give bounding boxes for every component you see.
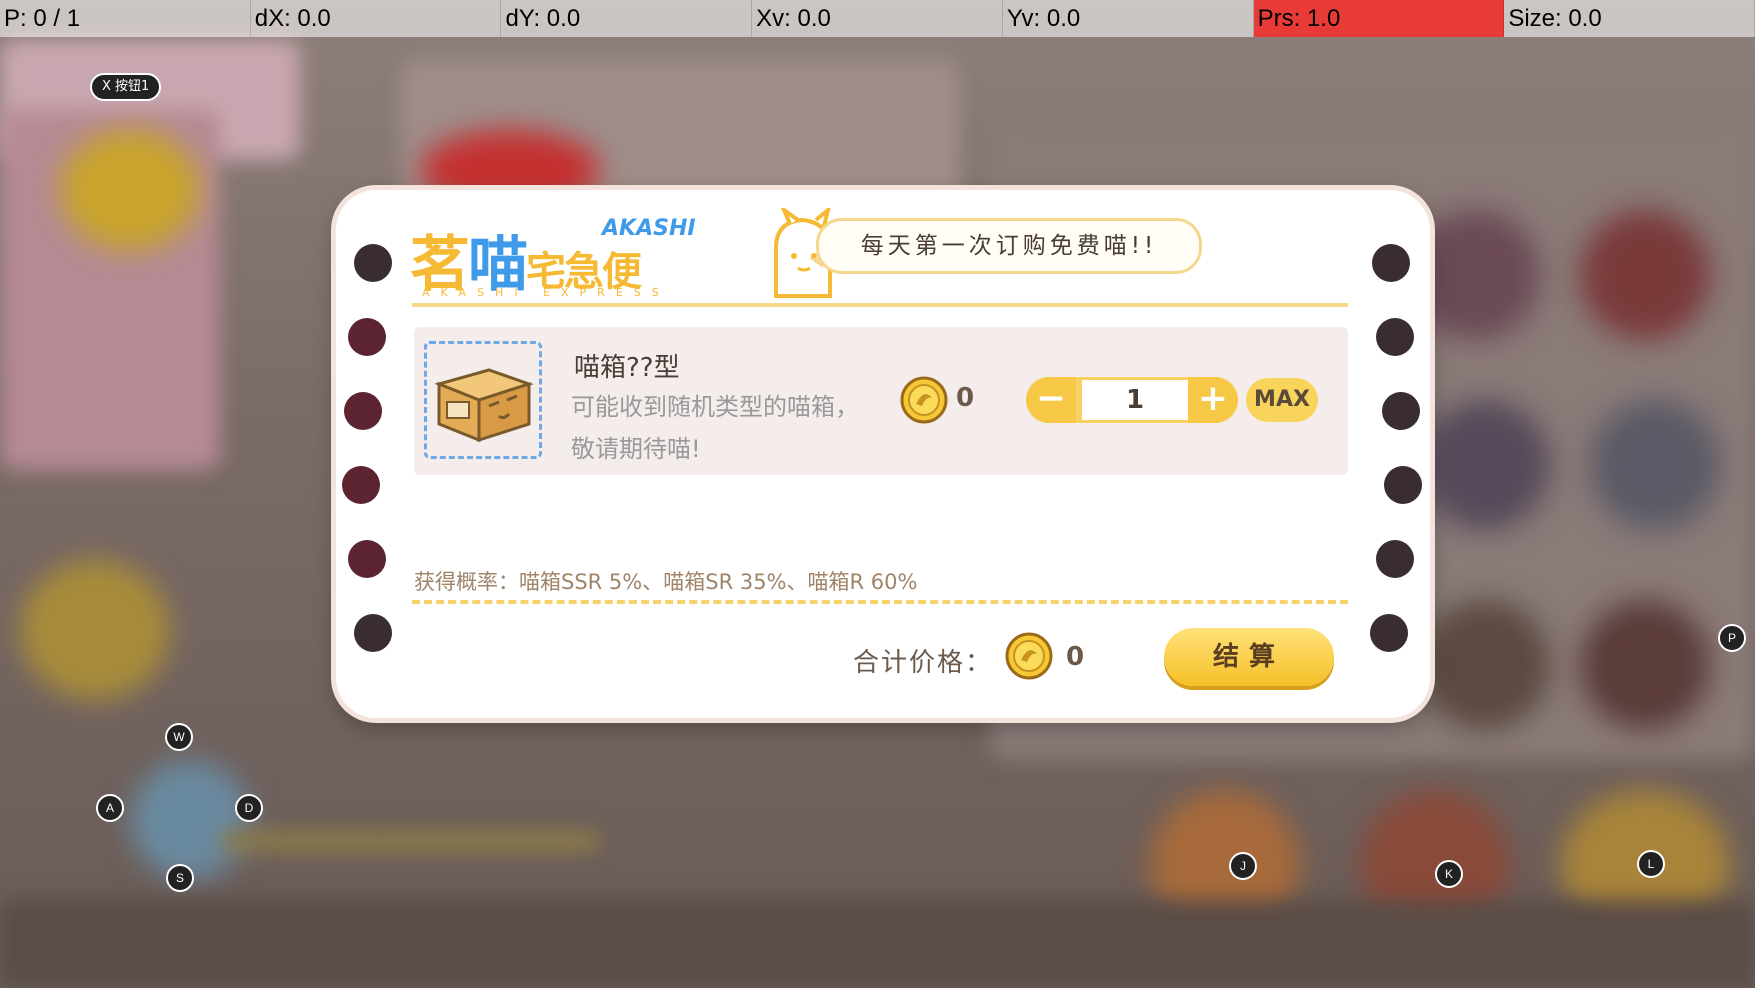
ticket-hole bbox=[342, 466, 380, 504]
decrease-quantity-button[interactable]: − bbox=[1026, 377, 1076, 423]
debug-bar: P: 0 / 1 dX: 0.0 dY: 0.0 Xv: 0.0 Yv: 0.0… bbox=[0, 0, 1755, 37]
item-name: 喵箱??型 bbox=[574, 353, 680, 383]
increase-quantity-button[interactable]: + bbox=[1188, 377, 1238, 423]
cardboard-box-icon bbox=[434, 368, 534, 443]
key-d-marker[interactable]: D bbox=[235, 794, 263, 822]
ticket-hole bbox=[1376, 540, 1414, 578]
quantity-stepper: − 1 + bbox=[1026, 377, 1238, 423]
key-l-marker[interactable]: L bbox=[1637, 850, 1665, 878]
debug-xv: Xv: 0.0 bbox=[752, 0, 1003, 37]
daily-free-notice: 每天第一次订购免费喵!! bbox=[816, 218, 1202, 274]
ticket-hole bbox=[344, 392, 382, 430]
key-a-marker[interactable]: A bbox=[96, 794, 124, 822]
ticket-hole bbox=[348, 318, 386, 356]
debug-dy: dY: 0.0 bbox=[501, 0, 753, 37]
ticket-hole bbox=[1376, 318, 1414, 356]
logo-subtitle: AKASHI EXPRESS bbox=[422, 286, 670, 299]
total-price-value: 0 bbox=[1066, 642, 1085, 672]
ticket-hole bbox=[1382, 392, 1420, 430]
ticket-hole bbox=[354, 244, 392, 282]
x-button-marker[interactable]: X 按钮1 bbox=[90, 73, 162, 101]
item-price: 0 bbox=[956, 383, 975, 413]
order-dialog: 茗喵宅急便 AKASHI AKASHI EXPRESS 每天第一次订购免费喵!! bbox=[336, 190, 1430, 718]
ticket-hole bbox=[1372, 244, 1410, 282]
total-price-label: 合计价格： bbox=[853, 648, 994, 678]
coin-icon bbox=[1005, 632, 1053, 680]
checkout-button[interactable]: 结算 bbox=[1164, 628, 1334, 686]
ticket-hole bbox=[354, 614, 392, 652]
quantity-value[interactable]: 1 bbox=[1082, 380, 1188, 420]
coin-icon bbox=[900, 376, 948, 424]
debug-dx: dX: 0.0 bbox=[251, 0, 502, 37]
ticket-hole bbox=[1384, 466, 1422, 504]
item-row: 喵箱??型 可能收到随机类型的喵箱， 敬请期待喵! 0 − 1 + MAX bbox=[414, 327, 1348, 475]
logo-akashi-text: AKASHI bbox=[602, 216, 696, 241]
drop-probability-text: 获得概率：喵箱SSR 5%、喵箱SR 35%、喵箱R 60% bbox=[414, 570, 918, 594]
max-quantity-button[interactable]: MAX bbox=[1246, 378, 1318, 422]
item-thumbnail bbox=[424, 341, 542, 459]
item-description-line1: 可能收到随机类型的喵箱， bbox=[571, 393, 859, 421]
debug-yv: Yv: 0.0 bbox=[1003, 0, 1254, 37]
debug-pointer: P: 0 / 1 bbox=[0, 0, 251, 37]
item-description-line2: 敬请期待喵! bbox=[571, 435, 701, 463]
ticket-hole bbox=[348, 540, 386, 578]
key-s-marker[interactable]: S bbox=[166, 864, 194, 892]
akashi-express-logo: 茗喵宅急便 AKASHI AKASHI EXPRESS bbox=[410, 198, 832, 300]
dashed-divider bbox=[412, 600, 1348, 604]
key-p-marker[interactable]: P bbox=[1718, 624, 1746, 652]
key-w-marker[interactable]: W bbox=[165, 723, 193, 751]
debug-pressure: Prs: 1.0 bbox=[1253, 0, 1505, 37]
key-j-marker[interactable]: J bbox=[1229, 852, 1257, 880]
key-k-marker[interactable]: K bbox=[1435, 860, 1463, 888]
debug-size: Size: 0.0 bbox=[1504, 0, 1755, 37]
ticket-hole bbox=[1370, 614, 1408, 652]
header-divider bbox=[412, 303, 1348, 307]
